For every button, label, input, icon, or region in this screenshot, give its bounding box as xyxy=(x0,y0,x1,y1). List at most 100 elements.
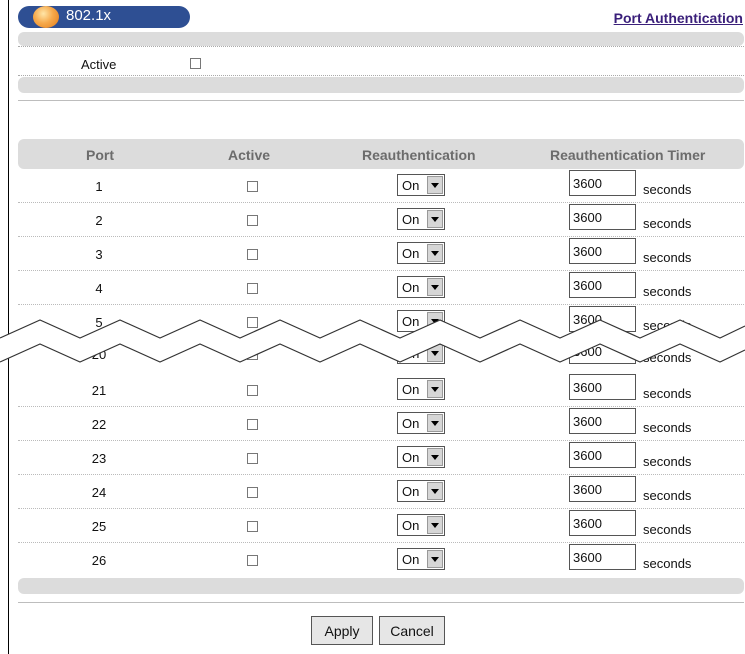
table-row: 26 On seconds xyxy=(0,543,745,577)
port-active-checkbox[interactable] xyxy=(247,385,258,396)
reauth-select[interactable]: On xyxy=(397,174,445,196)
reauth-select[interactable]: On xyxy=(397,480,445,502)
port-number: 3 xyxy=(95,247,103,262)
chevron-down-icon xyxy=(427,482,443,500)
reauth-select[interactable]: On xyxy=(397,208,445,230)
chevron-down-icon xyxy=(427,176,443,194)
port-active-checkbox[interactable] xyxy=(247,487,258,498)
reauth-value: On xyxy=(402,416,420,431)
port-number: 21 xyxy=(91,383,107,398)
reauth-timer-input[interactable] xyxy=(569,442,636,468)
reauth-select[interactable]: On xyxy=(397,276,445,298)
col-active-header: Active xyxy=(228,147,271,163)
apply-button[interactable]: Apply xyxy=(311,616,373,645)
timer-unit: seconds xyxy=(643,250,692,265)
port-number: 24 xyxy=(91,485,107,500)
port-number: 1 xyxy=(95,179,103,194)
timer-unit: seconds xyxy=(643,216,692,231)
port-number: 25 xyxy=(91,519,107,534)
port-active-checkbox[interactable] xyxy=(247,555,258,566)
reauth-timer-input[interactable] xyxy=(569,272,636,298)
reauth-timer-input[interactable] xyxy=(569,374,636,400)
reauth-select[interactable]: On xyxy=(397,514,445,536)
table-row: 2 On seconds xyxy=(0,203,745,237)
reauth-timer-input[interactable] xyxy=(569,408,636,434)
reauth-timer-input[interactable] xyxy=(569,170,636,196)
port-number: 2 xyxy=(95,213,103,228)
page-title: 802.1x xyxy=(66,7,112,24)
table-row: 1 On seconds xyxy=(0,169,745,203)
chevron-down-icon xyxy=(427,550,443,568)
divider xyxy=(18,46,744,47)
port-active-checkbox[interactable] xyxy=(247,453,258,464)
page: 802.1x Port Authentication Active Port A… xyxy=(0,0,745,654)
col-timer-header: Reauthentication Timer xyxy=(550,147,706,163)
chevron-down-icon xyxy=(427,278,443,296)
chevron-down-icon xyxy=(427,380,443,398)
port-active-checkbox[interactable] xyxy=(247,419,258,430)
table-row: 23 On seconds xyxy=(0,441,745,475)
chevron-down-icon xyxy=(427,414,443,432)
reauth-value: On xyxy=(402,280,420,295)
reauth-timer-input[interactable] xyxy=(569,510,636,536)
reauth-value: On xyxy=(402,178,420,193)
chevron-down-icon xyxy=(427,244,443,262)
table-row: 3 On seconds xyxy=(0,237,745,271)
reauth-select[interactable]: On xyxy=(397,548,445,570)
section-separator xyxy=(18,100,744,101)
chevron-down-icon xyxy=(427,516,443,534)
timer-unit: seconds xyxy=(643,556,692,571)
table-break-zigzag xyxy=(0,319,745,363)
timer-unit: seconds xyxy=(643,522,692,537)
port-number: 22 xyxy=(91,417,107,432)
timer-unit: seconds xyxy=(643,182,692,197)
reauth-timer-input[interactable] xyxy=(569,476,636,502)
table-row: 4 On seconds xyxy=(0,271,745,305)
table-footer-bar xyxy=(18,578,744,594)
port-authentication-link[interactable]: Port Authentication xyxy=(614,10,743,26)
port-active-checkbox[interactable] xyxy=(247,521,258,532)
reauth-select[interactable]: On xyxy=(397,446,445,468)
global-active-label: Active xyxy=(81,57,117,72)
reauth-select[interactable]: On xyxy=(397,242,445,264)
global-active-checkbox[interactable] xyxy=(190,58,201,69)
reauth-value: On xyxy=(402,552,420,567)
reauth-timer-input[interactable] xyxy=(569,204,636,230)
reauth-value: On xyxy=(402,246,420,261)
timer-unit: seconds xyxy=(643,488,692,503)
timer-unit: seconds xyxy=(643,386,692,401)
port-number: 4 xyxy=(95,281,103,296)
table-row: 24 On seconds xyxy=(0,475,745,509)
table-row: 22 On seconds xyxy=(0,407,745,441)
col-port-header: Port xyxy=(86,147,114,163)
reauth-value: On xyxy=(402,450,420,465)
reauth-value: On xyxy=(402,518,420,533)
orb-icon xyxy=(33,6,59,28)
port-active-checkbox[interactable] xyxy=(247,283,258,294)
reauth-timer-input[interactable] xyxy=(569,544,636,570)
port-number: 26 xyxy=(91,553,107,568)
port-number: 23 xyxy=(91,451,107,466)
reauth-value: On xyxy=(402,212,420,227)
section-separator xyxy=(18,602,744,603)
divider xyxy=(18,75,744,76)
reauth-select[interactable]: On xyxy=(397,412,445,434)
reauth-value: On xyxy=(402,382,420,397)
timer-unit: seconds xyxy=(643,284,692,299)
col-reauth-header: Reauthentication xyxy=(362,147,476,163)
chevron-down-icon xyxy=(427,448,443,466)
cancel-button[interactable]: Cancel xyxy=(379,616,445,645)
section-top-bar xyxy=(18,32,744,46)
chevron-down-icon xyxy=(427,210,443,228)
reauth-timer-input[interactable] xyxy=(569,238,636,264)
reauth-select[interactable]: On xyxy=(397,378,445,400)
port-active-checkbox[interactable] xyxy=(247,249,258,260)
table-row: 21 On seconds xyxy=(0,373,745,407)
table-row: 25 On seconds xyxy=(0,509,745,543)
port-active-checkbox[interactable] xyxy=(247,215,258,226)
port-active-checkbox[interactable] xyxy=(247,181,258,192)
reauth-value: On xyxy=(402,484,420,499)
timer-unit: seconds xyxy=(643,454,692,469)
timer-unit: seconds xyxy=(643,420,692,435)
section-bottom-bar xyxy=(18,77,744,93)
